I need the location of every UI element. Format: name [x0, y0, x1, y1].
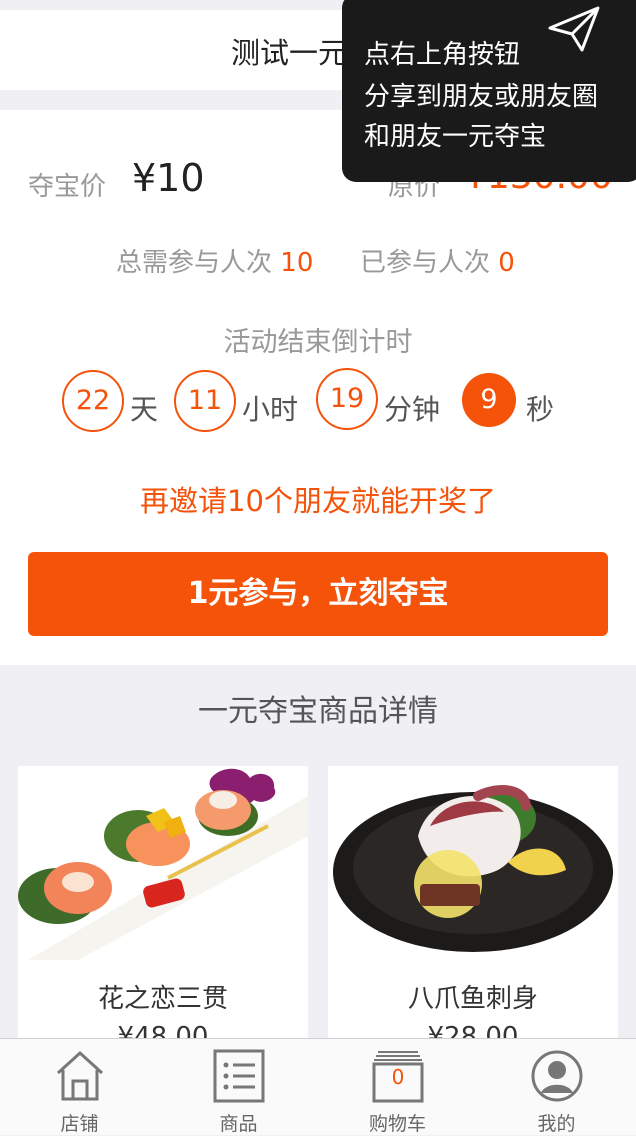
countdown-days-value: 22: [62, 370, 124, 432]
total-participants-label: 总需参与人次: [116, 248, 273, 278]
tab-products[interactable]: 商品: [159, 1039, 318, 1135]
product-details-title: 一元夺宝商品详情: [198, 694, 438, 729]
snatch-price-label: 夺宝价: [28, 172, 107, 202]
tab-cart-label: 购物车: [368, 1113, 426, 1135]
countdown-seconds-unit: 秒: [526, 393, 555, 426]
join-snatch-button[interactable]: 1元参与，立刻夺宝: [28, 552, 608, 636]
joined-participants: 已参与人次 0: [360, 242, 515, 279]
product-card[interactable]: 花之恋三贯 ¥48.00: [18, 766, 308, 1056]
share-hint-popup: 点右上角按钮 分享到朋友或朋友圈 和朋友一元夺宝: [342, 0, 636, 182]
snatch-card: 夺宝价 ¥10 原价 ¥130.00 总需参与人次 10 已参与人次 0 活动结…: [0, 110, 636, 665]
product-card[interactable]: 八爪鱼刺身 ¥28.00: [328, 766, 618, 1056]
snatch-price-value: ¥10: [132, 156, 205, 200]
bottom-tab-bar: 店铺 商品 0 购物车 我的: [0, 1038, 636, 1135]
list-icon: [213, 1049, 265, 1103]
countdown-minutes-value: 19: [316, 368, 378, 430]
joined-participants-label: 已参与人次: [360, 248, 491, 278]
total-participants-value: 10: [280, 248, 314, 278]
invite-message: 再邀请10个朋友就能开奖了: [140, 484, 496, 518]
user-icon: [531, 1049, 583, 1103]
tab-store[interactable]: 店铺: [0, 1039, 159, 1135]
total-participants: 总需参与人次 10: [116, 242, 313, 279]
countdown-hours-value: 11: [174, 370, 236, 432]
share-hint-line: 和朋友一元夺宝: [364, 122, 547, 152]
send-icon[interactable]: [546, 2, 602, 54]
product-name: 八爪鱼刺身: [407, 984, 538, 1014]
cart-badge-count: 0: [391, 1065, 405, 1089]
store-icon: [54, 1049, 106, 1103]
share-hint-line: 点右上角按钮: [364, 40, 521, 70]
product-image-sushi[interactable]: [18, 766, 308, 960]
product-image-octopus[interactable]: [328, 766, 618, 960]
joined-participants-value: 0: [498, 248, 515, 278]
tab-store-label: 店铺: [60, 1113, 99, 1135]
tab-mine[interactable]: 我的: [477, 1039, 636, 1135]
tab-cart[interactable]: 0 购物车: [318, 1039, 477, 1135]
countdown-hours-unit: 小时: [242, 393, 299, 426]
tab-products-label: 商品: [219, 1113, 258, 1135]
countdown-days-unit: 天: [130, 393, 159, 426]
countdown-seconds-value: 9: [462, 373, 516, 427]
tab-mine-label: 我的: [537, 1113, 576, 1135]
countdown-title: 活动结束倒计时: [223, 327, 413, 358]
share-hint-line: 分享到朋友或朋友圈: [364, 82, 599, 112]
product-name: 花之恋三贯: [97, 984, 228, 1014]
countdown-minutes-unit: 分钟: [384, 393, 441, 426]
